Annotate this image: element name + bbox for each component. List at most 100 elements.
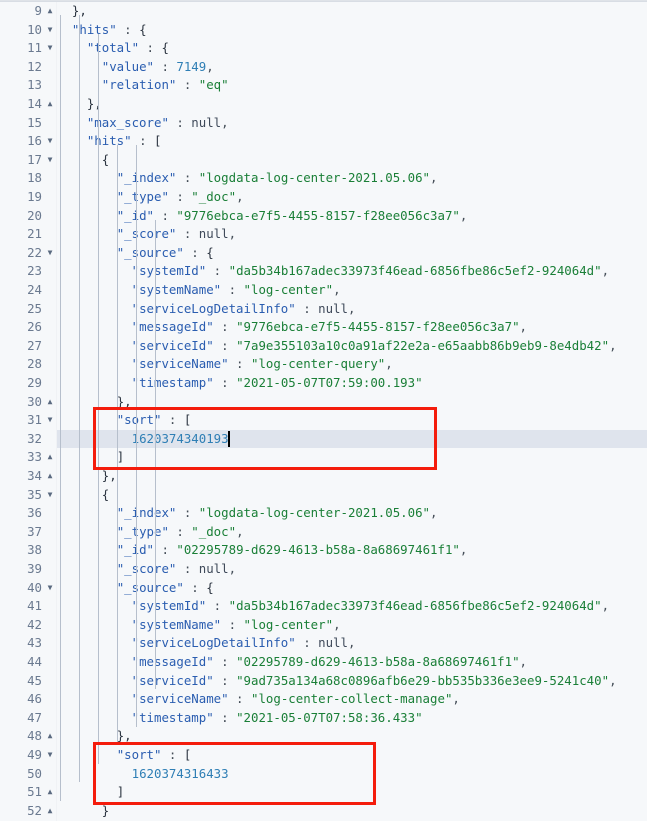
token-p [57, 282, 132, 297]
fold-down-icon[interactable] [45, 151, 55, 170]
fold-down-icon[interactable] [45, 21, 55, 40]
code-line[interactable]: 37 "_type" : "_doc", [0, 523, 647, 542]
code-line[interactable]: 28 "serviceName" : "log-center-query", [0, 355, 647, 374]
fold-down-icon[interactable] [45, 411, 55, 430]
fold-up-icon[interactable] [45, 2, 55, 21]
fold-up-icon[interactable] [45, 802, 55, 821]
token-s: "_doc" [191, 523, 237, 539]
code-line[interactable]: 18 "_index" : "logdata-log-center-2021.0… [0, 169, 647, 188]
token-k: "_id" [116, 207, 154, 223]
fold-up-icon[interactable] [45, 727, 55, 746]
code-line[interactable]: 10 "hits" : { [0, 21, 647, 40]
token-k: "systemName" [131, 616, 222, 632]
code-text: "_score" : null, [57, 560, 236, 579]
token-k: "_index" [116, 505, 177, 521]
code-line[interactable]: 46 "serviceName" : "log-center-collect-m… [0, 690, 647, 709]
code-line[interactable]: 39 "_score" : null, [0, 560, 647, 579]
code-line[interactable]: 43 "serviceLogDetailInfo" : null, [0, 634, 647, 653]
code-line[interactable]: 22 "_source" : { [0, 244, 647, 263]
code-line[interactable]: 13 "relation" : "eq" [0, 76, 647, 95]
code-line[interactable]: 32 1620374340193 [0, 429, 647, 449]
fold-down-icon[interactable] [45, 39, 55, 58]
code-line[interactable]: 38 "_id" : "02295789-d629-4613-b58a-8a68… [0, 541, 647, 560]
token-p [57, 431, 132, 446]
code-text: "timestamp" : "2021-05-07T07:59:00.193" [57, 374, 423, 393]
code-text: "systemName" : "log-center", [57, 281, 341, 300]
code-line[interactable]: 40 "_source" : { [0, 579, 647, 598]
code-line[interactable]: 51 ] [0, 783, 647, 802]
code-line[interactable]: 16 "hits" : [ [0, 132, 647, 151]
fold-up-icon[interactable] [45, 783, 55, 802]
code-line[interactable]: 20 "_id" : "9776ebca-e7f5-4455-8157-f28e… [0, 207, 647, 226]
token-k: "_source" [116, 579, 184, 595]
token-k: "sort" [116, 747, 162, 762]
token-p [57, 505, 117, 520]
token-p: : [168, 189, 192, 204]
code-line[interactable]: 27 "serviceId" : "7a9e355103a10c0a91af22… [0, 337, 647, 356]
fold-up-icon[interactable] [45, 448, 55, 467]
token-k: "serviceName" [131, 691, 229, 707]
token-p: : [213, 709, 237, 725]
token-n: 1620374316433 [131, 765, 229, 781]
token-p [57, 226, 117, 241]
token-p [57, 803, 102, 818]
token-s: "9776ebca-e7f5-4455-8157-f28ee056c3a7" [176, 207, 460, 223]
code-line[interactable]: 33 ] [0, 448, 647, 467]
code-line[interactable]: 36 "_index" : "logdata-log-center-2021.0… [0, 504, 647, 523]
code-line[interactable]: 23 "systemId" : "da5b34b167adec33973f46e… [0, 262, 647, 281]
code-text: "serviceId" : "9ad735a134a68c0896afb6e29… [57, 672, 617, 691]
code-line[interactable]: 41 "systemId" : "da5b34b167adec33973f46e… [0, 597, 647, 616]
fold-down-icon[interactable] [45, 746, 55, 765]
code-line[interactable]: 52 } [0, 802, 647, 821]
code-line[interactable]: 24 "systemName" : "log-center", [0, 281, 647, 300]
code-line[interactable]: 9 }, [0, 2, 647, 21]
code-line[interactable]: 26 "messageId" : "9776ebca-e7f5-4455-815… [0, 318, 647, 337]
code-line[interactable]: 49 "sort" : [ [0, 746, 647, 765]
code-line[interactable]: 19 "_type" : "_doc", [0, 188, 647, 207]
fold-down-icon[interactable] [45, 486, 55, 505]
code-line[interactable]: 29 "timestamp" : "2021-05-07T07:59:00.19… [0, 374, 647, 393]
code-line[interactable]: 45 "serviceId" : "9ad735a134a68c0896afb6… [0, 672, 647, 691]
fold-down-icon[interactable] [45, 132, 55, 151]
code-text: "serviceId" : "7a9e355103a10c0a91af22e2a… [57, 337, 617, 356]
code-line[interactable]: 12 "value" : 7149, [0, 58, 647, 77]
token-p: : [161, 412, 184, 428]
code-line[interactable]: 35 { [0, 486, 647, 505]
code-line[interactable]: 21 "_score" : null, [0, 225, 647, 244]
fold-down-icon[interactable] [45, 244, 55, 263]
code-line[interactable]: 30 }, [0, 393, 647, 412]
code-line[interactable]: 34 }, [0, 467, 647, 486]
code-line[interactable]: 48 }, [0, 727, 647, 746]
fold-down-icon[interactable] [45, 579, 55, 598]
code-line[interactable]: 42 "systemName" : "log-center", [0, 616, 647, 635]
code-line[interactable]: 15 "max_score" : null, [0, 114, 647, 133]
code-text: "_source" : { [57, 244, 214, 263]
token-p: , [459, 207, 468, 223]
line-number: 28 [27, 356, 42, 372]
line-number: 48 [27, 728, 42, 744]
code-line[interactable]: 11 "total" : { [0, 39, 647, 58]
token-p: , [228, 561, 237, 576]
fold-up-icon[interactable] [45, 95, 55, 114]
token-p: , [221, 114, 229, 130]
fold-up-icon[interactable] [45, 467, 55, 486]
json-editor[interactable]: 9 },10 "hits" : {11 "total" : {12 "value… [0, 0, 647, 821]
code-line[interactable]: 47 "timestamp" : "2021-05-07T07:58:36.43… [0, 709, 647, 728]
line-number: 30 [27, 393, 42, 409]
token-p [57, 394, 117, 409]
code-line[interactable]: 25 "serviceLogDetailInfo" : null, [0, 300, 647, 319]
code-line[interactable]: 14 }, [0, 95, 647, 114]
code-line[interactable]: 31 "sort" : [ [0, 411, 647, 430]
line-number: 24 [27, 282, 42, 297]
code-line[interactable]: 17 { [0, 151, 647, 170]
token-k: "_type" [116, 523, 169, 539]
token-s: "da5b34b167adec33973f46ead-6856fbe86c5ef… [228, 263, 602, 279]
code-line[interactable]: 44 "messageId" : "02295789-d629-4613-b58… [0, 653, 647, 672]
token-p [57, 449, 117, 464]
token-p: : [176, 77, 199, 93]
token-b: [ [154, 133, 162, 149]
token-b: }, [71, 3, 87, 18]
fold-up-icon[interactable] [45, 393, 55, 412]
code-line[interactable]: 50 1620374316433 [0, 765, 647, 784]
token-p [57, 59, 102, 74]
